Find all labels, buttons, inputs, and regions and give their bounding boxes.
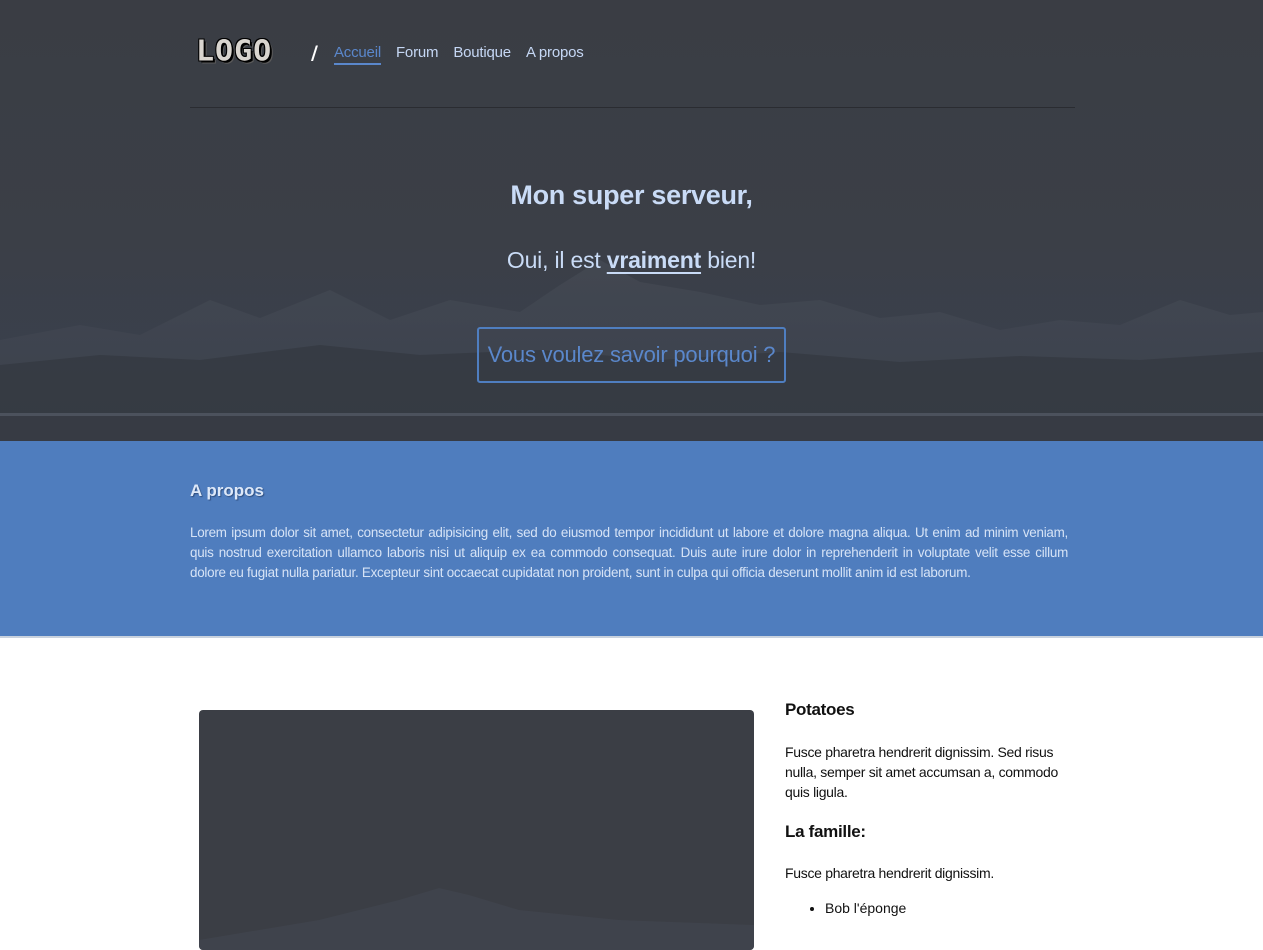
logo[interactable]: LOGO [196, 34, 288, 70]
logo-text: LOGO [196, 34, 273, 69]
famille-list: Bob l'éponge [785, 898, 906, 918]
feature-image [199, 710, 754, 950]
top-navigation: LOGO / Accueil Forum Boutique A propos [190, 28, 1075, 108]
potatoes-text: Fusce pharetra hendrerit dignissim. Sed … [785, 744, 1058, 800]
breadcrumb-separator: / [311, 42, 318, 64]
hero-title: Mon super serveur, [510, 180, 753, 210]
hero-subtitle-emphasis: vraiment [606, 247, 702, 273]
cta-button[interactable]: Vous voulez savoir pourquoi ? [477, 327, 786, 383]
hero-subtitle-end: bien! [701, 247, 757, 273]
nav-link-accueil[interactable]: Accueil [334, 44, 381, 65]
about-title: A propos [190, 481, 264, 500]
nav-link-a-propos[interactable]: A propos [526, 44, 584, 65]
nav-link-boutique[interactable]: Boutique [453, 44, 511, 65]
list-item: Bob l'éponge [825, 898, 906, 918]
hero-section: LOGO / Accueil Forum Boutique A propos M… [0, 0, 1263, 441]
hero-subtitle-start: Oui, il est [506, 247, 607, 273]
famille-heading: La famille: [785, 822, 866, 841]
nav-links: Accueil Forum Boutique A propos [334, 44, 584, 65]
nav-link-forum[interactable]: Forum [396, 44, 439, 65]
potatoes-heading: Potatoes [785, 700, 855, 719]
famille-text: Fusce pharetra hendrerit dignissim. [785, 865, 994, 881]
about-section: A propos Lorem ipsum dolor sit amet, con… [0, 441, 1263, 638]
hero-subtitle: Oui, il est vraiment bien! [0, 247, 1263, 274]
about-text: Lorem ipsum dolor sit amet, consectetur … [190, 525, 1068, 580]
mountain-image [199, 888, 754, 950]
